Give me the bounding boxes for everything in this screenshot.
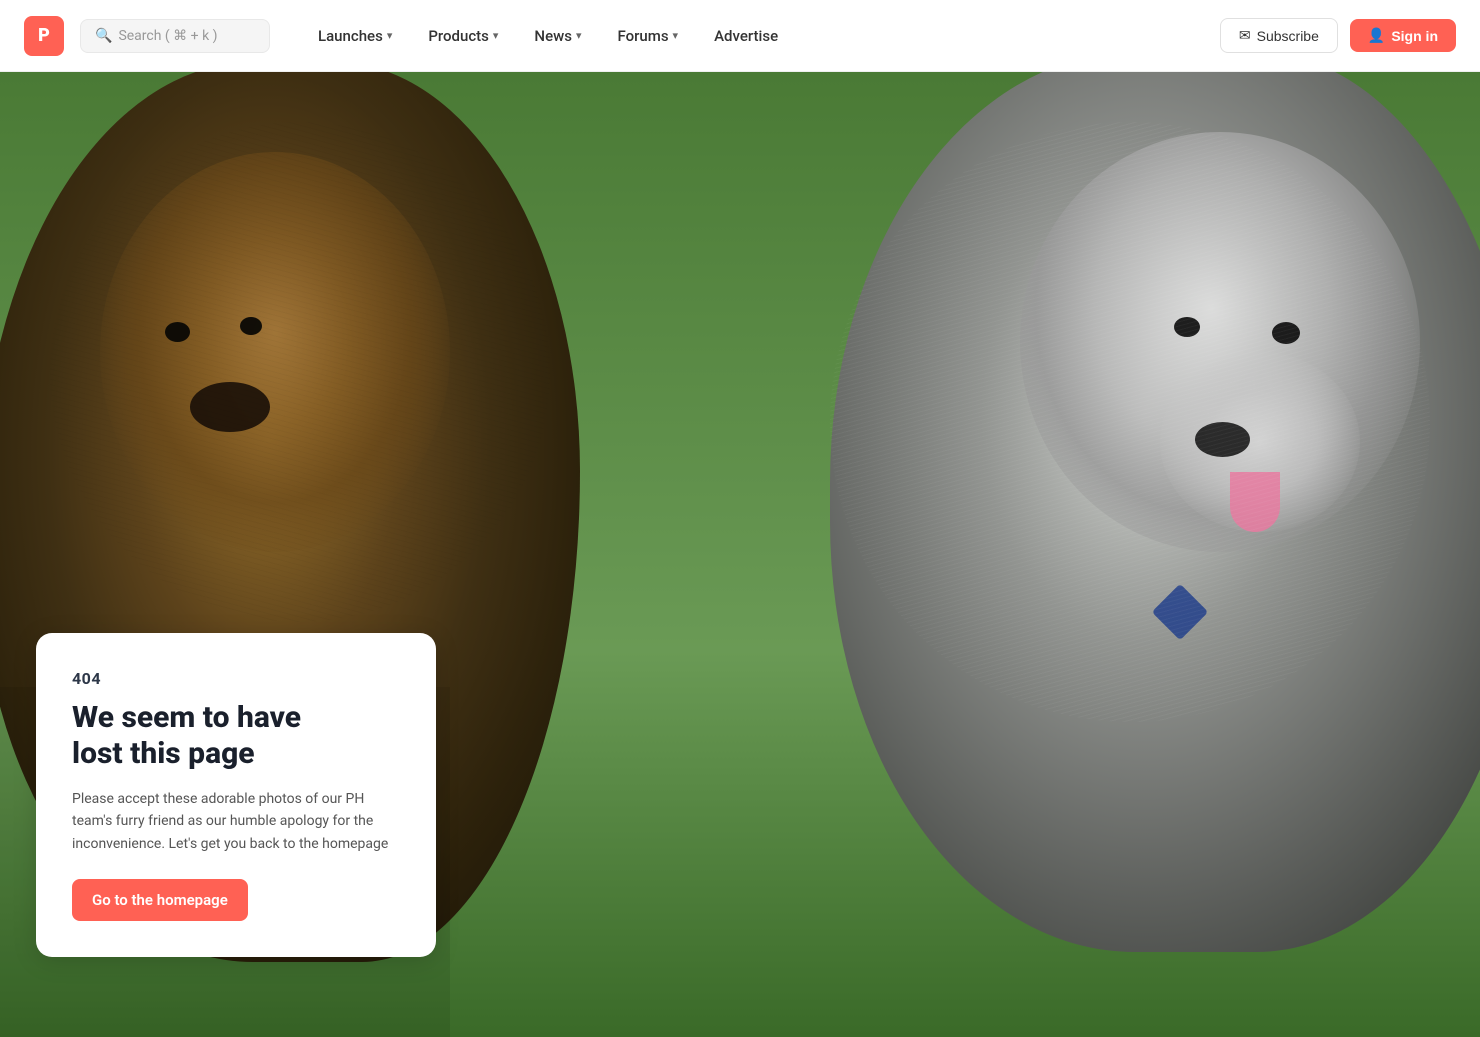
nav-link-products[interactable]: Products ▾: [412, 19, 514, 53]
nav-news-label: News: [534, 27, 572, 45]
error-description: Please accept these adorable photos of o…: [72, 788, 400, 855]
nav-products-label: Products: [428, 27, 489, 45]
error-title-line1: We seem to have: [72, 700, 301, 735]
user-icon: 👤: [1368, 27, 1385, 44]
nav-link-advertise[interactable]: Advertise: [698, 19, 794, 53]
nav-links: Launches ▾ Products ▾ News ▾ Forums ▾ Ad…: [302, 19, 1212, 53]
subscribe-icon: ✉: [1239, 27, 1251, 44]
nav-right-actions: ✉ Subscribe 👤 Sign in: [1220, 18, 1456, 53]
homepage-button-label: Go to the homepage: [92, 891, 228, 909]
search-icon: 🔍: [95, 28, 112, 44]
dog-right-container: [580, 72, 1480, 1037]
search-placeholder: Search ( ⌘ + k ): [118, 28, 217, 44]
error-title-line2: lost this page: [72, 736, 255, 771]
homepage-button[interactable]: Go to the homepage: [72, 879, 248, 921]
navbar: P 🔍 Search ( ⌘ + k ) Launches ▾ Products…: [0, 0, 1480, 72]
error-card: 404 We seem to have lost this page Pleas…: [36, 633, 436, 957]
search-bar[interactable]: 🔍 Search ( ⌘ + k ): [80, 19, 270, 53]
chevron-down-icon: ▾: [493, 29, 499, 42]
nav-link-forums[interactable]: Forums ▾: [601, 19, 694, 53]
signin-label: Sign in: [1391, 28, 1438, 44]
nav-link-news[interactable]: News ▾: [518, 19, 597, 53]
subscribe-label: Subscribe: [1257, 28, 1319, 44]
signin-button[interactable]: 👤 Sign in: [1350, 19, 1456, 52]
site-logo[interactable]: P: [24, 16, 64, 56]
subscribe-button[interactable]: ✉ Subscribe: [1220, 18, 1338, 53]
nav-forums-label: Forums: [617, 27, 668, 45]
nav-advertise-label: Advertise: [714, 27, 778, 45]
error-code: 404: [72, 669, 400, 688]
nav-link-launches[interactable]: Launches ▾: [302, 19, 408, 53]
chevron-down-icon: ▾: [576, 29, 582, 42]
dog-right-fur: [830, 122, 1430, 722]
chevron-down-icon: ▾: [673, 29, 679, 42]
nav-launches-label: Launches: [318, 27, 383, 45]
dog-left-fur: [50, 122, 550, 622]
chevron-down-icon: ▾: [387, 29, 393, 42]
logo-letter: P: [38, 25, 50, 46]
error-title: We seem to have lost this page: [72, 700, 400, 772]
